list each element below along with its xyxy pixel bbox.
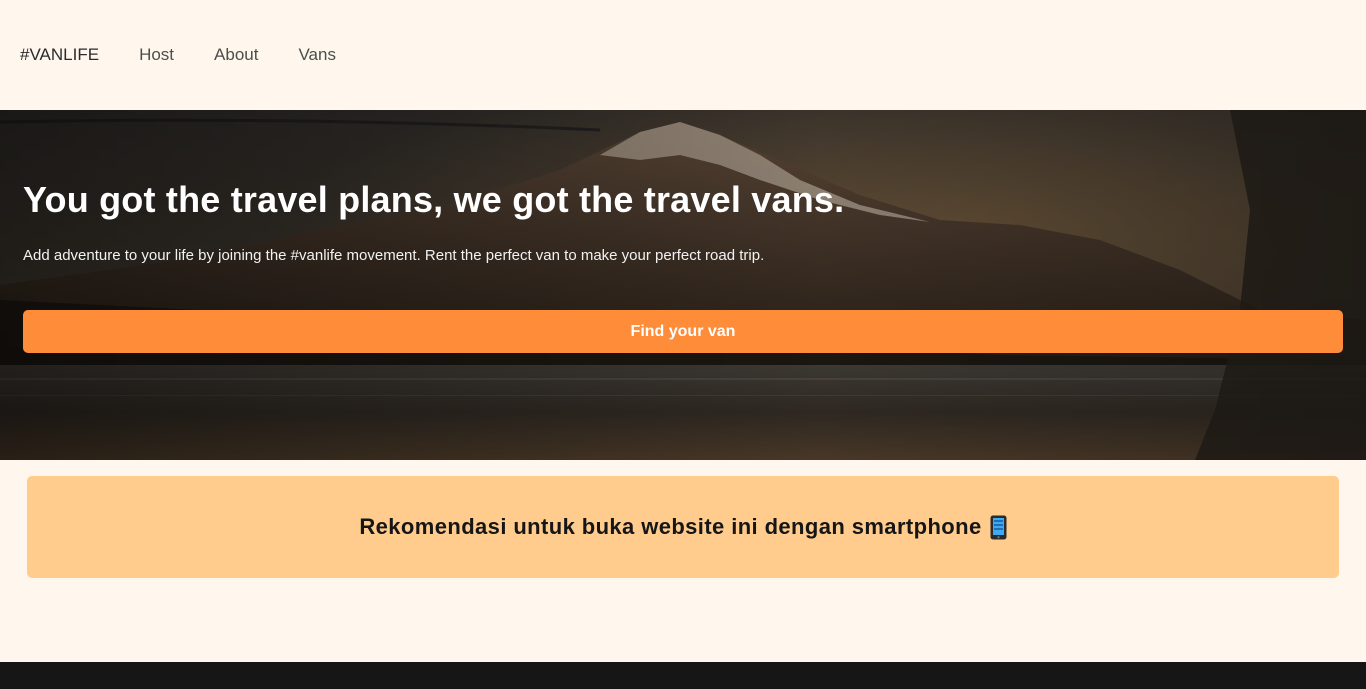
site-footer xyxy=(0,662,1366,689)
smartphone-recommendation-banner: Rekomendasi untuk buka website ini denga… xyxy=(27,476,1339,578)
smartphone-icon xyxy=(990,515,1007,540)
nav-link-about[interactable]: About xyxy=(214,45,258,65)
site-header: #VANLIFE Host About Vans xyxy=(0,0,1366,110)
notice-text: Rekomendasi untuk buka website ini denga… xyxy=(359,514,982,539)
logo-link[interactable]: #VANLIFE xyxy=(20,45,99,65)
nav-link-vans[interactable]: Vans xyxy=(298,45,336,65)
notice-heading: Rekomendasi untuk buka website ini denga… xyxy=(359,514,1007,540)
find-your-van-button[interactable]: Find your van xyxy=(23,310,1343,353)
hero-title: You got the travel plans, we got the tra… xyxy=(23,179,845,220)
hero-subtitle: Add adventure to your life by joining th… xyxy=(23,247,765,264)
hero-section: You got the travel plans, we got the tra… xyxy=(0,110,1366,460)
hero-content: You got the travel plans, we got the tra… xyxy=(23,178,1343,353)
nav-link-host[interactable]: Host xyxy=(139,45,174,65)
